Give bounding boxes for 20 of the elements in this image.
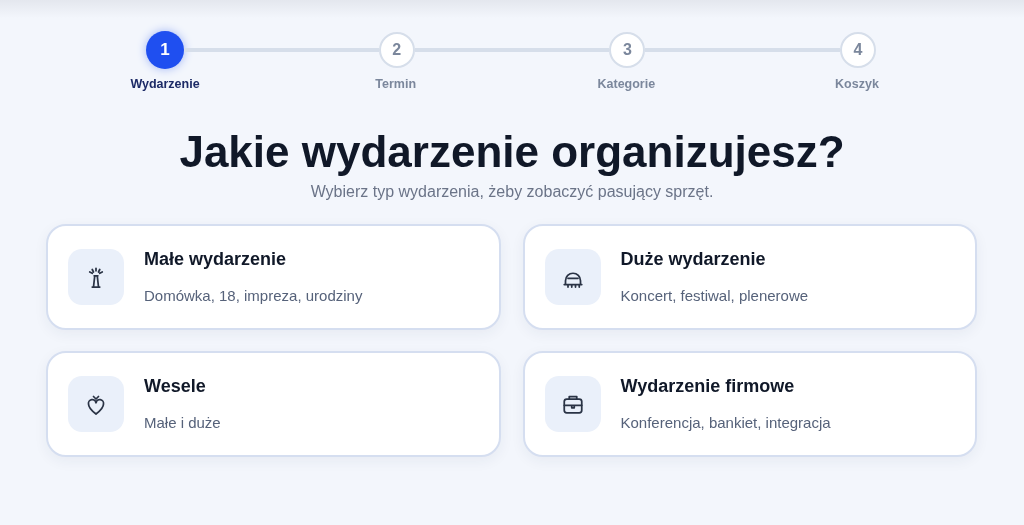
- event-type-card[interactable]: Wesele Małe i duże: [46, 350, 501, 457]
- page-heading: Jakie wydarzenie organizujesz?: [178, 125, 846, 178]
- card-title: Wydarzenie firmowe: [620, 375, 796, 398]
- page-subheading: Wybierz typ wydarzenia, żeby zobaczyć pasujący sprzęt.: [309, 181, 715, 202]
- lamp-icon: [68, 248, 124, 305]
- step-label: Termin: [374, 76, 418, 93]
- card-title: Wesele: [144, 375, 207, 398]
- card-title: Małe wydarzenie: [144, 248, 288, 271]
- event-type-card[interactable]: Wydarzenie firmowe Konferencja, bankiet, integracja: [522, 350, 977, 457]
- card-description: Małe i duże: [144, 413, 221, 433]
- card-description: Koncert, festiwal, plenerowe: [620, 286, 809, 306]
- step-label: Koszyk: [834, 76, 880, 93]
- step-label: Kategorie: [596, 76, 657, 93]
- event-type-card[interactable]: Małe wydarzenie Domówka, 18, impreza, urodziny: [46, 223, 501, 330]
- event-type-card[interactable]: Duże wydarzenie Koncert, festiwal, plenerowe: [522, 223, 977, 330]
- card-description: Konferencja, bankiet, integracja: [620, 413, 831, 433]
- card-description: Domówka, 18, impreza, urodziny: [144, 286, 363, 306]
- briefcase-icon: [544, 375, 601, 432]
- step-label: Wydarzenie: [129, 76, 201, 93]
- card-title: Duże wydarzenie: [620, 248, 767, 271]
